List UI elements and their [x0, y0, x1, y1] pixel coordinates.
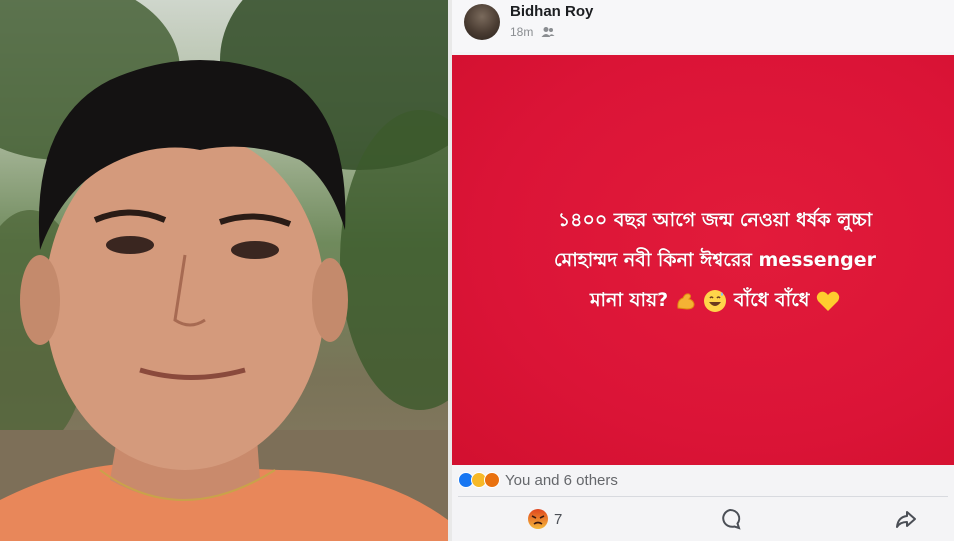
divider [458, 496, 948, 497]
flexed-biceps-emoji-icon [677, 292, 695, 310]
yellow-heart-emoji-icon [816, 291, 840, 311]
post-text-line-3a: মানা যায়? [589, 289, 669, 311]
share-button[interactable] [894, 504, 918, 534]
reaction-summary-text[interactable]: You and 6 others [505, 472, 618, 489]
post-text-line-3: মানা যায়? বাঁধে বাঁধে [486, 280, 944, 320]
photo-illustration [0, 0, 448, 541]
comment-button[interactable] [718, 504, 742, 534]
post-meta: 18m [510, 25, 555, 39]
post-text-line-3b: বাঁধে বাঁধে [734, 289, 810, 311]
share-icon [896, 511, 916, 528]
angry-count: 7 [554, 510, 563, 528]
angry-react-icon [528, 509, 548, 529]
post-text-background: ১৪০০ বছর আগে জন্ম নেওয়া ধর্ষক লুচ্চা মো… [452, 55, 954, 465]
facebook-post: Bidhan Roy 18m ১৪০০ বছর আগে জন্ম নেওয়া … [452, 0, 954, 541]
angry-icon [484, 472, 500, 488]
reactions-summary[interactable]: You and 6 others [452, 466, 954, 494]
post-action-bar: 7 [452, 498, 954, 541]
post-text-line-1: ১৪০০ বছর আগে জন্ম নেওয়া ধর্ষক লুচ্চা [557, 209, 873, 231]
react-button[interactable]: 7 [526, 504, 562, 534]
reaction-icons [458, 472, 500, 488]
friends-icon [541, 27, 555, 37]
post-time[interactable]: 18m [510, 25, 533, 39]
post-header: Bidhan Roy 18m [452, 0, 954, 52]
grinning-sweat-emoji-icon [704, 289, 727, 312]
post-text: ১৪০০ বছর আগে জন্ম নেওয়া ধর্ষক লুচ্চা মো… [486, 200, 944, 320]
author-avatar[interactable] [464, 4, 500, 40]
profile-photo [0, 0, 448, 541]
comment-icon [722, 508, 741, 530]
author-name[interactable]: Bidhan Roy [510, 3, 593, 20]
post-text-line-2: মোহাম্মদ নবী কিনা ঈশ্বরের messenger [553, 249, 877, 271]
